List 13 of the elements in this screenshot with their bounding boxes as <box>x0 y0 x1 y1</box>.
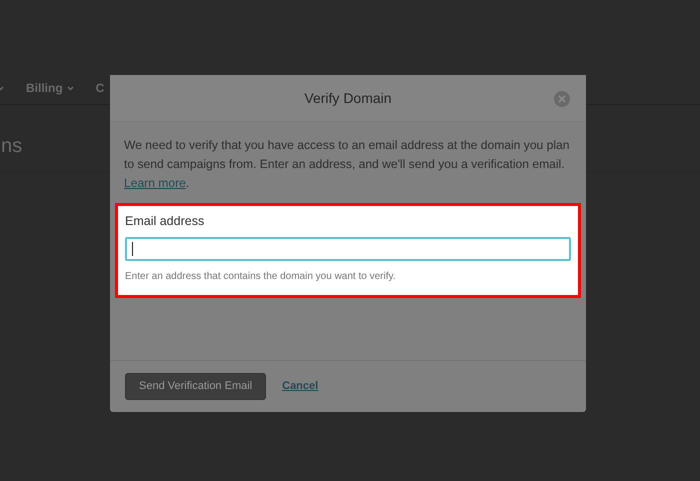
dialog-title: Verify Domain <box>304 88 392 108</box>
description-text: We need to verify that you have access to an email address at the domain you plan to send campaigns from. Enter an address, and we'll send you a verification email. Learn more. <box>124 137 570 192</box>
page-heading: ns <box>1 134 22 159</box>
field-label: Email address <box>125 213 206 230</box>
email-input-field[interactable] <box>125 237 571 261</box>
nav-item[interactable]: C <box>96 79 104 97</box>
learn-more-link[interactable]: Learn more <box>124 176 186 190</box>
nav-item[interactable]: Billing <box>26 79 63 97</box>
close-icon <box>558 95 566 103</box>
cancel-link[interactable]: Cancel <box>282 378 318 395</box>
field-hint: Enter an address that contains the domain you want to verify. <box>125 270 397 284</box>
close-button[interactable] <box>554 91 570 107</box>
send-button[interactable]: Send Verification Email <box>125 373 266 400</box>
